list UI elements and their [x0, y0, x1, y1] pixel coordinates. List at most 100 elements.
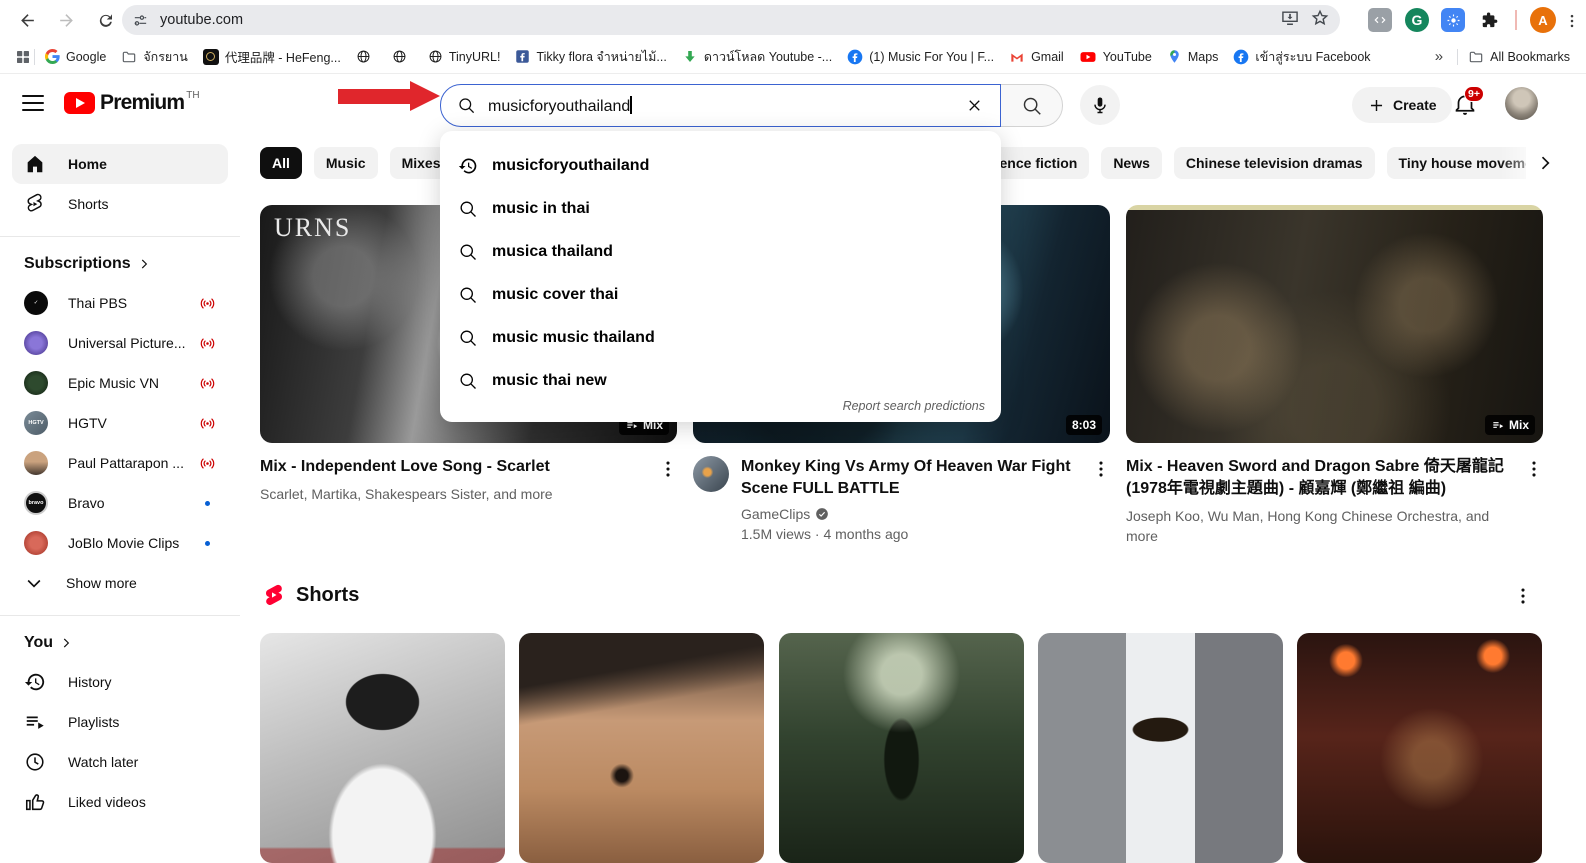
suggestion-item[interactable]: music cover thai — [440, 273, 1001, 316]
shorts-menu-kebab-icon[interactable] — [1512, 585, 1536, 609]
notifications-button[interactable]: 9+ — [1452, 91, 1478, 117]
bookmark-gmail[interactable]: Gmail — [1009, 49, 1064, 65]
shorts-thumbnail[interactable] — [260, 633, 505, 863]
playlist-play-icon — [1491, 418, 1505, 432]
video-title[interactable]: Mix - Heaven Sword and Dragon Sabre 倚天屠龍… — [1126, 456, 1515, 500]
suggestion-item[interactable]: music music thailand — [440, 316, 1001, 359]
subscriptions-header[interactable]: Subscriptions — [12, 249, 228, 283]
chips-scroll-right-button[interactable] — [1532, 150, 1558, 176]
show-more-button[interactable]: Show more — [12, 563, 228, 603]
extension-settings-icon[interactable] — [1441, 8, 1465, 32]
subscription-bravo[interactable]: bravo Bravo — [12, 483, 228, 523]
channel-avatar — [24, 371, 48, 395]
chip-news[interactable]: News — [1101, 147, 1162, 179]
search-input[interactable]: musicforyouthailand — [440, 84, 1001, 127]
search-button[interactable] — [1001, 84, 1063, 127]
video-byline[interactable]: Joseph Koo, Wu Man, Hong Kong Chinese Or… — [1126, 506, 1515, 546]
browser-profile-avatar[interactable]: A — [1530, 7, 1556, 33]
suggestion-item[interactable]: musica thailand — [440, 230, 1001, 273]
video-thumbnail[interactable]: Mix — [1126, 205, 1543, 443]
extension-grammarly-icon[interactable]: G — [1405, 8, 1429, 32]
shorts-thumbnail[interactable] — [1038, 633, 1283, 863]
subscription-joblo[interactable]: JoBlo Movie Clips — [12, 523, 228, 563]
youtube-premium-logo[interactable]: Premium TH — [64, 89, 200, 117]
sidebar-item-liked-videos[interactable]: Liked videos — [12, 782, 228, 822]
subscription-epic-music-vn[interactable]: Epic Music VN — [12, 363, 228, 403]
chip-all[interactable]: All — [260, 147, 302, 179]
sidebar-item-shorts[interactable]: Shorts — [12, 184, 228, 224]
sidebar-item-home[interactable]: Home — [12, 144, 228, 184]
subscription-paul-pattarapon[interactable]: Paul Pattarapon ... — [12, 443, 228, 483]
bookmarks-bar: Google จักรยาน 代理品牌 - HeFeng... TinyURL!… — [0, 40, 1586, 74]
bookmark-music-for-you[interactable]: (1) Music For You | F... — [847, 49, 994, 65]
sidebar-item-playlists[interactable]: Playlists — [12, 702, 228, 742]
bookmark-tinyurl[interactable]: TinyURL! — [428, 49, 501, 64]
video-byline[interactable]: Scarlet, Martika, Shakespears Sister, an… — [260, 484, 649, 504]
shorts-thumbnail[interactable] — [1297, 633, 1542, 863]
video-menu-kebab-icon[interactable] — [1090, 458, 1114, 482]
channel-name[interactable]: GameClips — [741, 506, 1082, 522]
bookmark-facebook-login[interactable]: เข้าสู่ระบบ Facebook — [1233, 47, 1370, 67]
url-text[interactable]: youtube.com — [160, 12, 243, 28]
sidebar-item-history[interactable]: History — [12, 662, 228, 702]
you-header[interactable]: You — [12, 628, 228, 662]
video-title[interactable]: Monkey King Vs Army Of Heaven War Fight … — [741, 456, 1082, 500]
clear-search-button[interactable] — [960, 92, 988, 120]
video-menu-kebab-icon[interactable] — [1523, 458, 1547, 482]
all-bookmarks-button[interactable]: All Bookmarks — [1468, 49, 1570, 65]
bookmarks-divider — [34, 49, 35, 65]
bookmark-maps[interactable]: Maps — [1167, 49, 1219, 64]
site-info-icon[interactable] — [132, 12, 149, 29]
install-app-icon[interactable] — [1280, 8, 1300, 28]
shorts-thumbnail[interactable] — [779, 633, 1024, 863]
video-menu-kebab-icon[interactable] — [657, 458, 681, 482]
account-avatar[interactable] — [1505, 87, 1538, 120]
google-icon — [45, 49, 60, 64]
subscription-hgtv[interactable]: HGTV HGTV — [12, 403, 228, 443]
search-suggestions-dropdown: musicforyouthailand music in thai musica… — [440, 131, 1001, 422]
bookmark-star-icon[interactable] — [1310, 8, 1330, 28]
extension-code-icon[interactable] — [1368, 8, 1392, 32]
bookmark-youtube-downloader[interactable]: ดาวน์โหลด Youtube -... — [682, 47, 832, 67]
browser-back-button[interactable] — [14, 7, 41, 34]
bookmark-tikky-flora[interactable]: Tikky flora จำหน่ายไม้... — [515, 47, 666, 67]
voice-search-button[interactable] — [1080, 85, 1120, 125]
search-value: musicforyouthailand — [488, 98, 630, 115]
video-title[interactable]: Mix - Independent Love Song - Scarlet — [260, 456, 649, 478]
bookmark-google[interactable]: Google — [45, 49, 106, 64]
suggestion-item[interactable]: music thai new — [440, 359, 1001, 402]
create-button[interactable]: Create — [1352, 87, 1452, 123]
shorts-thumbnail[interactable] — [519, 633, 764, 863]
channel-avatar — [24, 451, 48, 475]
bookmark-site-2[interactable] — [392, 49, 413, 64]
chip-chinese-tv-dramas[interactable]: Chinese television dramas — [1174, 147, 1375, 179]
browser-reload-button[interactable] — [92, 7, 119, 34]
sidebar-item-watch-later[interactable]: Watch later — [12, 742, 228, 782]
bookmark-site-1[interactable] — [356, 49, 377, 64]
apps-grid-icon[interactable] — [14, 48, 32, 66]
playlists-icon — [24, 711, 46, 733]
thumbs-up-icon — [24, 791, 46, 813]
bookmarks-overflow-chevron[interactable]: » — [1435, 48, 1443, 65]
browser-menu-kebab-icon[interactable] — [1558, 7, 1585, 34]
bookmark-hefeng[interactable]: 代理品牌 - HeFeng... — [203, 47, 341, 66]
subscription-thai-pbs[interactable]: ✓ Thai PBS — [12, 283, 228, 323]
youtube-masthead: Premium TH musicforyouthailand Create 9+ — [0, 74, 1586, 132]
chip-music[interactable]: Music — [314, 147, 378, 179]
bookmark-youtube[interactable]: YouTube — [1079, 48, 1152, 66]
report-search-predictions-link[interactable]: Report search predictions — [843, 399, 985, 413]
channel-avatar[interactable] — [693, 456, 729, 492]
address-bar[interactable]: youtube.com — [122, 5, 1340, 35]
annotation-arrow — [338, 89, 412, 104]
extensions-puzzle-icon[interactable] — [1477, 8, 1501, 32]
bookmark-folder[interactable]: จักรยาน — [121, 47, 188, 67]
channel-avatar: ✓ — [24, 291, 48, 315]
subscription-universal[interactable]: Universal Picture... — [12, 323, 228, 363]
suggestion-item[interactable]: musicforyouthailand — [440, 144, 1001, 187]
bookmarks-divider — [1457, 49, 1458, 65]
suggestion-item[interactable]: music in thai — [440, 187, 1001, 230]
browser-forward-button[interactable] — [53, 7, 80, 34]
guide-menu-icon[interactable] — [22, 95, 44, 111]
facebook-icon — [515, 49, 530, 64]
download-icon — [682, 49, 698, 65]
